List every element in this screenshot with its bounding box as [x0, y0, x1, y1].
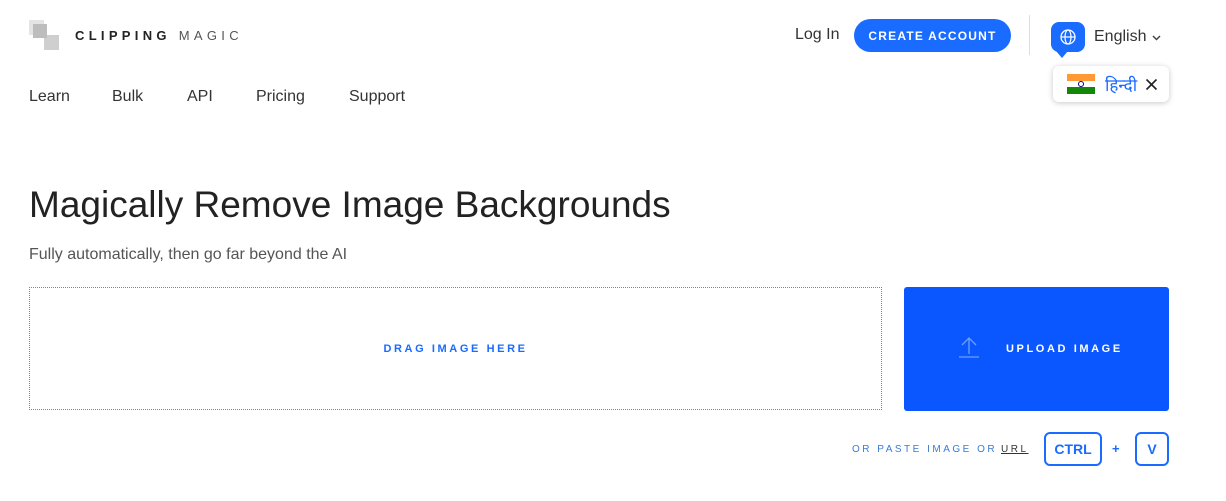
upload-image-label: UPLOAD IMAGE — [1006, 343, 1123, 355]
logo-text: CLIPPING MAGIC — [75, 28, 243, 43]
upload-arrow-icon — [957, 335, 981, 364]
page-title: Magically Remove Image Backgrounds — [29, 184, 671, 225]
language-selector[interactable]: English — [1051, 22, 1162, 58]
language-current-label: English — [1094, 28, 1147, 45]
logo-name-light: MAGIC — [178, 27, 243, 43]
nav-item-support[interactable]: Support — [349, 88, 405, 106]
page-subtitle: Fully automatically, then go far beyond … — [29, 246, 348, 263]
paste-hint-text: OR PASTE IMAGE OR — [852, 444, 998, 455]
ctrl-key-badge: CTRL — [1044, 432, 1102, 466]
login-link[interactable]: Log In — [795, 26, 839, 44]
create-account-button[interactable]: CREATE ACCOUNT — [854, 19, 1011, 52]
header-divider — [1029, 15, 1030, 55]
nav-item-bulk[interactable]: Bulk — [112, 88, 143, 106]
logo-name-bold: CLIPPING — [75, 27, 171, 43]
logo-mark-icon — [29, 20, 59, 50]
upload-image-button[interactable]: UPLOAD IMAGE — [904, 287, 1169, 411]
india-flag-icon — [1067, 74, 1095, 95]
nav-item-api[interactable]: API — [187, 88, 213, 106]
nav-item-pricing[interactable]: Pricing — [256, 88, 305, 106]
drag-image-label: DRAG IMAGE HERE — [383, 342, 528, 355]
v-key-badge: V — [1135, 432, 1169, 466]
close-icon[interactable] — [1145, 78, 1158, 91]
plus-sign: + — [1112, 441, 1120, 456]
nav-item-learn[interactable]: Learn — [29, 88, 70, 106]
paste-shortcut-row: OR PASTE IMAGE OR URL CTRL + V — [852, 432, 1169, 466]
chevron-down-icon — [1152, 28, 1162, 46]
globe-icon — [1051, 22, 1085, 58]
logo[interactable]: CLIPPING MAGIC — [29, 20, 243, 50]
paste-url-link[interactable]: URL — [1001, 444, 1029, 455]
language-suggestion-popup: हिन्दी — [1053, 66, 1169, 102]
hindi-language-link[interactable]: हिन्दी — [1105, 73, 1137, 96]
drag-drop-zone[interactable]: DRAG IMAGE HERE — [29, 287, 882, 410]
